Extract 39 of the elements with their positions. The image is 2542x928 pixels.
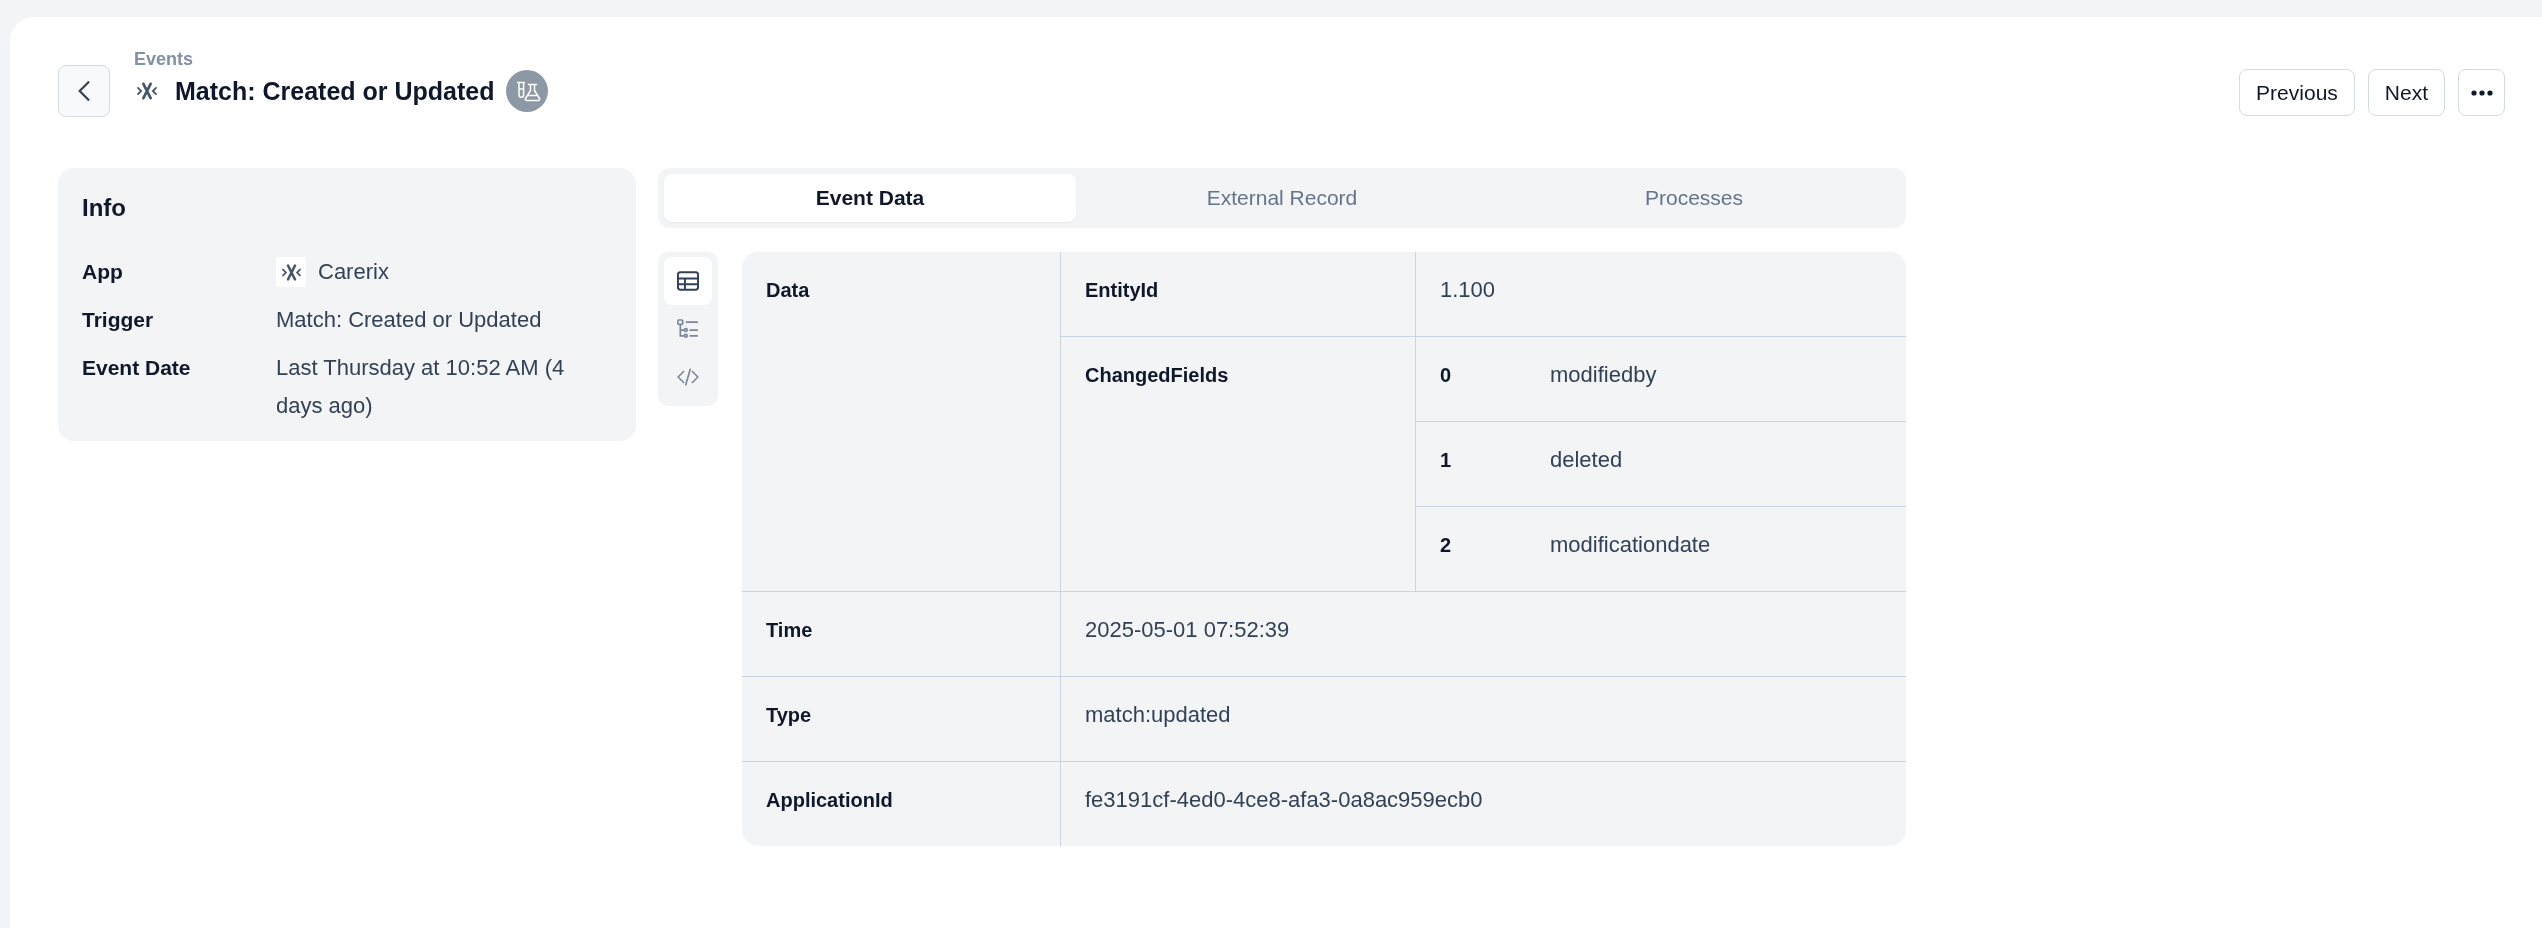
info-value: Match: Created or Updated bbox=[276, 306, 542, 334]
back-button[interactable] bbox=[58, 65, 110, 117]
info-label: App bbox=[82, 259, 123, 285]
field-key: Data bbox=[766, 279, 810, 301]
flask-icon bbox=[506, 70, 549, 112]
field-value: 2025-05-01 07:52:39 bbox=[1085, 617, 1290, 642]
field-key: Time bbox=[766, 619, 813, 641]
nav-button[interactable]: Next bbox=[2367, 69, 2445, 116]
code-icon bbox=[677, 366, 699, 388]
more-button[interactable] bbox=[2458, 69, 2505, 116]
tree-list-icon bbox=[677, 318, 699, 340]
field-key: Type bbox=[766, 704, 812, 726]
field-key: ChangedFields bbox=[1085, 364, 1229, 386]
info-value: Carerix bbox=[318, 258, 389, 286]
field-value: 1.100 bbox=[1440, 277, 1496, 302]
tab[interactable]: Processes bbox=[1488, 174, 1900, 222]
table-icon bbox=[677, 270, 699, 292]
field-value: match:updated bbox=[1085, 702, 1231, 727]
ellipsis-icon bbox=[2470, 89, 2493, 96]
tab[interactable]: External Record bbox=[1076, 174, 1488, 222]
info-label: Event Date bbox=[82, 355, 191, 381]
nav-button[interactable]: Previous bbox=[2239, 69, 2355, 116]
array-index: 0 bbox=[1440, 364, 1452, 386]
view-mode-button[interactable] bbox=[664, 257, 712, 305]
page-title: Match: Created or Updated bbox=[175, 76, 495, 107]
app-logo-icon bbox=[136, 82, 158, 100]
field-key: ApplicationId bbox=[766, 789, 893, 811]
field-value: deleted bbox=[1550, 447, 1623, 472]
app-logo-icon bbox=[276, 257, 306, 287]
field-key: EntityId bbox=[1085, 279, 1159, 301]
tab[interactable]: Event Data bbox=[664, 174, 1076, 222]
array-index: 1 bbox=[1440, 449, 1452, 471]
array-index: 2 bbox=[1440, 534, 1452, 556]
field-value: fe3191cf-4ed0-4ce8-afa3-0a8ac959ecb0 bbox=[1085, 787, 1483, 812]
field-value: modificationdate bbox=[1550, 532, 1711, 557]
info-label: Trigger bbox=[82, 307, 154, 333]
info-value: Last Thursday at 10:52 AM (4 days ago) bbox=[276, 354, 566, 420]
card-title: Info bbox=[82, 193, 127, 223]
field-value: modifiedby bbox=[1550, 362, 1657, 387]
